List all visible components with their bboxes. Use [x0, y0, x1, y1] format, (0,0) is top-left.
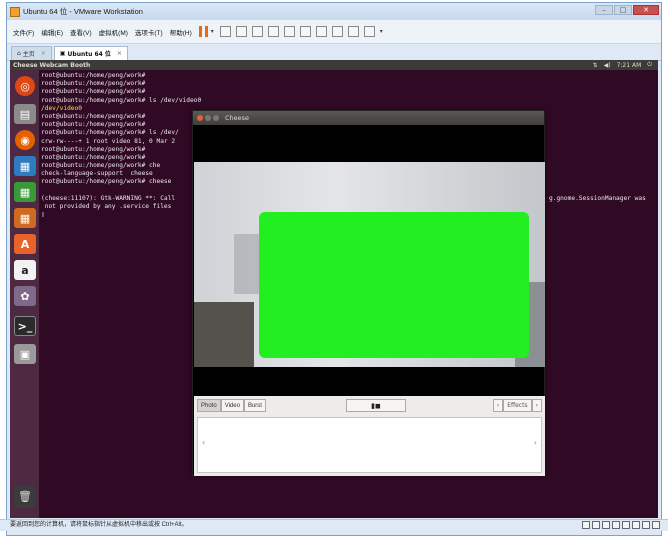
mode-video-button[interactable]: Video [220, 399, 244, 412]
terminal-icon[interactable]: >_ [14, 316, 36, 336]
terminal-line: root@ubuntu:/home/peng/work# [41, 80, 146, 88]
firefox-icon[interactable]: ◉ [15, 130, 35, 150]
printer-icon[interactable] [632, 521, 640, 529]
cheese-title: Cheese [225, 114, 250, 122]
software-center-icon[interactable]: A [14, 234, 36, 254]
fullscreen-icon[interactable] [315, 26, 327, 37]
amazon-icon[interactable]: a [14, 260, 36, 280]
tab-ubuntu-close-icon[interactable]: × [117, 50, 122, 57]
thumb-next-icon[interactable]: › [534, 438, 537, 447]
calc-icon[interactable]: ▦ [14, 182, 36, 202]
terminal-line: root@ubuntu:/home/peng/work# [41, 88, 146, 96]
message-icon[interactable] [652, 521, 660, 529]
cheese-controls: Photo Video Burst ▮◼ ‹ Effects › ‹ › [194, 396, 545, 476]
webcam-preview [194, 162, 545, 367]
thumbnail-strip[interactable]: ‹ › [197, 417, 542, 473]
green-overlay [259, 212, 529, 358]
status-message: 要返回到您的计算机，请将鼠标指针从虚拟机中移出或按 Ctrl+Alt。 [10, 522, 188, 528]
mode-switcher: Photo Video Burst [197, 399, 266, 412]
menu-edit[interactable]: 编辑(E) [41, 27, 63, 37]
tab-home-close-icon[interactable]: × [41, 50, 46, 57]
view-dropdown-icon[interactable]: ▾ [380, 28, 383, 35]
sound-icon[interactable] [622, 521, 630, 529]
send-ctrl-alt-del-icon[interactable] [219, 26, 231, 37]
system-settings-icon[interactable]: ✿ [14, 286, 36, 306]
vm-icon: ▣ [59, 50, 68, 57]
active-app-title: Cheese Webcam Booth [13, 61, 91, 69]
cheese-icon[interactable]: ▣ [14, 344, 36, 364]
dash-home-icon[interactable]: ◎ [15, 76, 35, 96]
camera-icon: ▮◼ [371, 401, 381, 410]
unity-launcher: ◎ ▤ ◉ ▦ ▦ ▦ A a ✿ >_ ▣ [10, 70, 40, 518]
unity-icon[interactable] [331, 26, 343, 37]
system-tray: ⇅ ◀) 7:21 AM ⏻ [593, 60, 652, 70]
vmware-menubar: 文件(F) 编辑(E) 查看(V) 虚拟机(M) 选项卡(T) 帮助(H) ▾ … [7, 20, 661, 44]
terminal-line: root@ubuntu:/home/peng/work# [41, 72, 146, 79]
cheese-titlebar: Cheese [193, 111, 544, 125]
usb-icon[interactable] [612, 521, 620, 529]
writer-icon[interactable]: ▦ [14, 156, 36, 176]
close-button[interactable]: ✕ [633, 5, 659, 15]
preview-object [194, 302, 254, 367]
mode-photo-button[interactable]: Photo [197, 399, 221, 412]
minimize-button[interactable]: – [595, 5, 613, 15]
clock[interactable]: 7:21 AM [617, 62, 642, 69]
volume-icon[interactable]: ◀) [604, 62, 611, 69]
vmware-statusbar: 要返回到您的计算机，请将鼠标指针从虚拟机中移出或按 Ctrl+Alt。 [0, 519, 668, 531]
library-icon[interactable] [283, 26, 295, 37]
cdrom-icon[interactable] [592, 521, 600, 529]
network-adapter-icon[interactable] [602, 521, 610, 529]
vmware-tabbar: ⌂ 主页 × ▣ Ubuntu 64 位 × [7, 44, 661, 61]
tab-home[interactable]: ⌂ 主页 × [11, 46, 52, 60]
effects-button[interactable]: Effects [503, 399, 532, 412]
cheese-minimize-icon[interactable] [205, 115, 211, 121]
impress-icon[interactable]: ▦ [14, 208, 36, 228]
tab-ubuntu[interactable]: ▣ Ubuntu 64 位 × [53, 46, 128, 60]
mode-burst-button[interactable]: Burst [243, 399, 266, 412]
menu-view[interactable]: 查看(V) [70, 27, 92, 37]
effects-prev-button[interactable]: ‹ [492, 399, 504, 412]
menu-file[interactable]: 文件(F) [13, 27, 34, 37]
thumb-prev-icon[interactable]: ‹ [202, 438, 205, 447]
maximize-button[interactable]: □ [614, 5, 632, 15]
cheese-close-icon[interactable] [197, 115, 203, 121]
network-icon[interactable]: ⇅ [593, 62, 598, 69]
effects-group: ‹ Effects › [492, 399, 542, 412]
cheese-maximize-icon[interactable] [213, 115, 219, 121]
console-view-icon[interactable] [347, 26, 359, 37]
files-icon[interactable]: ▤ [14, 104, 36, 124]
device-icons [582, 521, 660, 529]
pause-dropdown-icon[interactable]: ▾ [211, 28, 214, 35]
vmware-titlebar: Ubuntu 64 位 - VMware Workstation – □ ✕ [7, 3, 661, 20]
terminal-line: root@ubuntu:/home/peng/work# ls /dev/vid… [41, 96, 202, 104]
pause-icon[interactable] [198, 26, 208, 37]
menu-tabs[interactable]: 选项卡(T) [135, 27, 163, 37]
trash-icon[interactable]: 🗑 [14, 486, 36, 508]
window-title: Ubuntu 64 位 - VMware Workstation [23, 7, 143, 16]
tab-ubuntu-label: Ubuntu 64 位 [67, 51, 111, 58]
terminal-line-fragment: g.gnome.SessionManager was [549, 195, 646, 202]
take-photo-button[interactable]: ▮◼ [346, 399, 406, 412]
thumbnail-view-icon[interactable] [299, 26, 311, 37]
snapshot-icon[interactable] [235, 26, 247, 37]
window-controls: – □ ✕ [595, 5, 659, 15]
vmware-logo-icon [10, 6, 20, 17]
cheese-window[interactable]: Cheese Photo Video Burst ▮◼ ‹ Effects › … [192, 110, 545, 476]
power-icon[interactable]: ⏻ [647, 61, 652, 69]
effects-next-button[interactable]: › [531, 399, 542, 412]
snapshot-manager-icon[interactable] [267, 26, 279, 37]
display-icon[interactable] [642, 521, 650, 529]
stretch-view-icon[interactable] [363, 26, 375, 37]
tab-home-label: 主页 [22, 51, 35, 58]
menu-vm[interactable]: 虚拟机(M) [99, 27, 128, 37]
revert-snapshot-icon[interactable] [251, 26, 263, 37]
ubuntu-topbar: Cheese Webcam Booth ⇅ ◀) 7:21 AM ⏻ [10, 60, 658, 70]
menu-help[interactable]: 帮助(H) [170, 27, 192, 37]
hdd-icon[interactable] [582, 521, 590, 529]
